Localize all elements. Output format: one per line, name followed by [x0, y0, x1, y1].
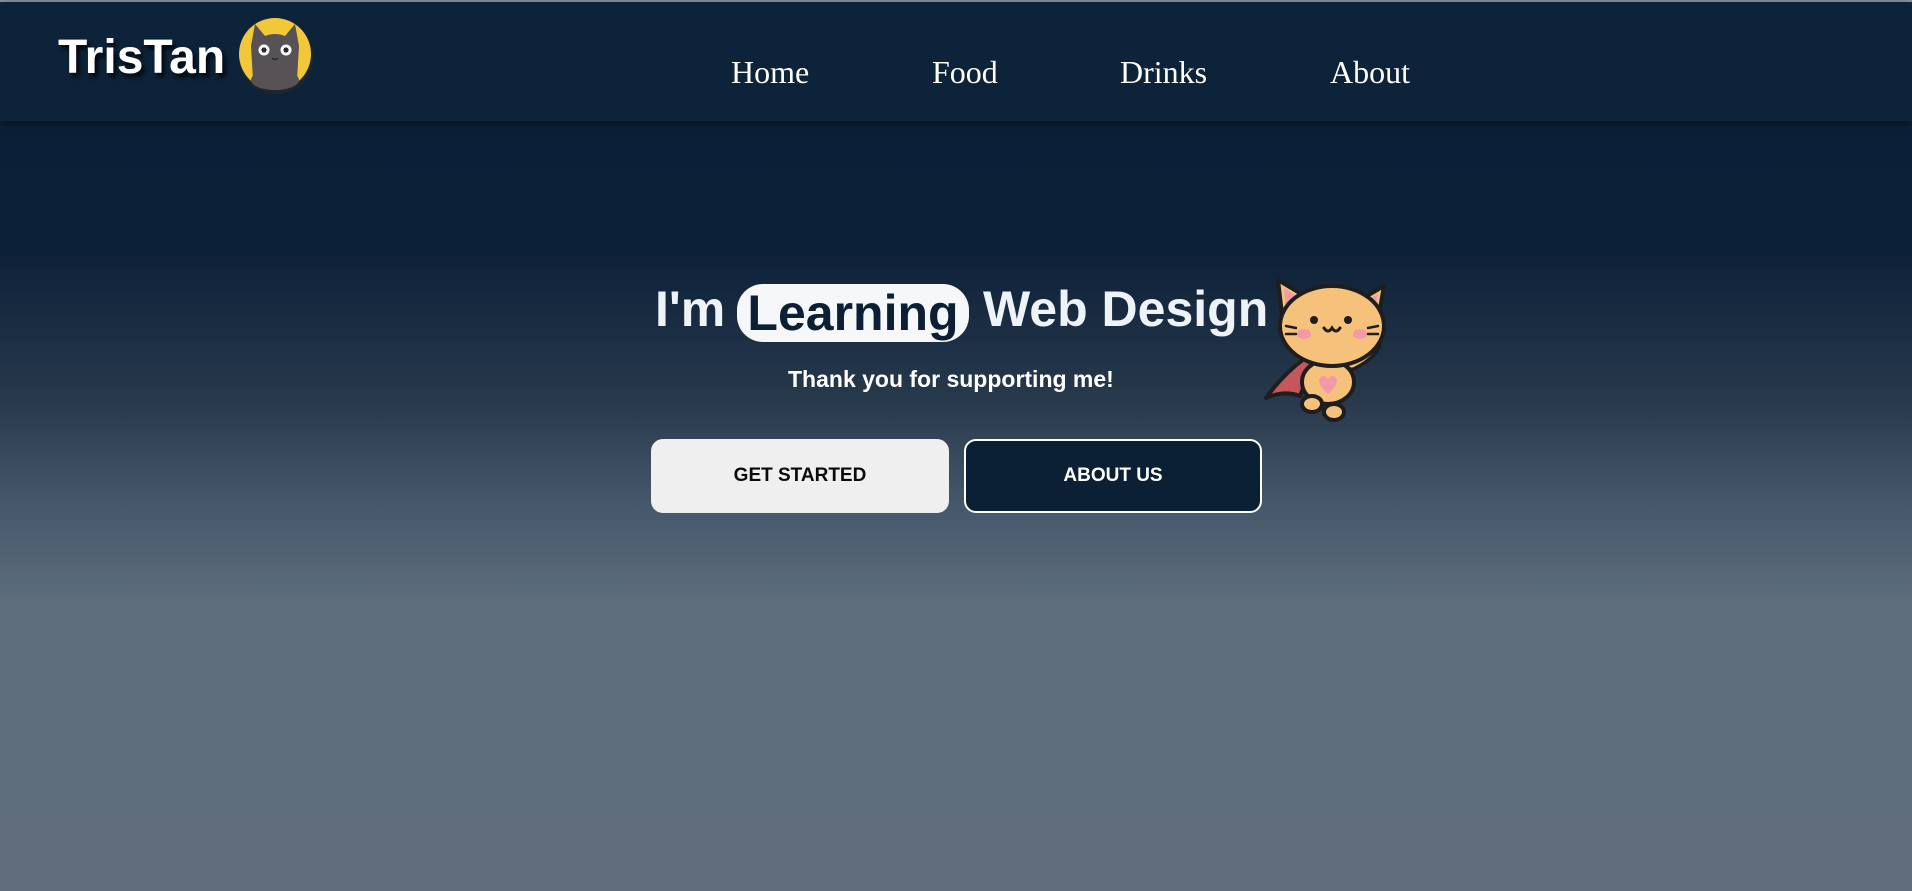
hero-title-highlight: Learning — [737, 284, 969, 342]
nav-drinks[interactable]: Drinks — [1120, 54, 1207, 91]
navbar: TrisTan Home Food Drinks About — [0, 2, 1912, 121]
nav-about[interactable]: About — [1330, 54, 1410, 91]
nav-food[interactable]: Food — [932, 54, 998, 91]
nav-home[interactable]: Home — [731, 54, 809, 91]
get-started-button[interactable]: GET STARTED — [651, 439, 949, 513]
cat-logo-icon[interactable] — [237, 16, 315, 94]
about-us-button[interactable]: ABOUT US — [964, 439, 1262, 513]
hero-title-suffix: Web Design — [983, 281, 1269, 337]
hero-title-prefix: I'm — [655, 281, 726, 337]
hero-subtitle-text: Thank you for supporting me! — [788, 366, 1114, 392]
flying-cat-mascot-icon — [1264, 278, 1386, 422]
brand-name[interactable]: TrisTan — [58, 30, 225, 85]
